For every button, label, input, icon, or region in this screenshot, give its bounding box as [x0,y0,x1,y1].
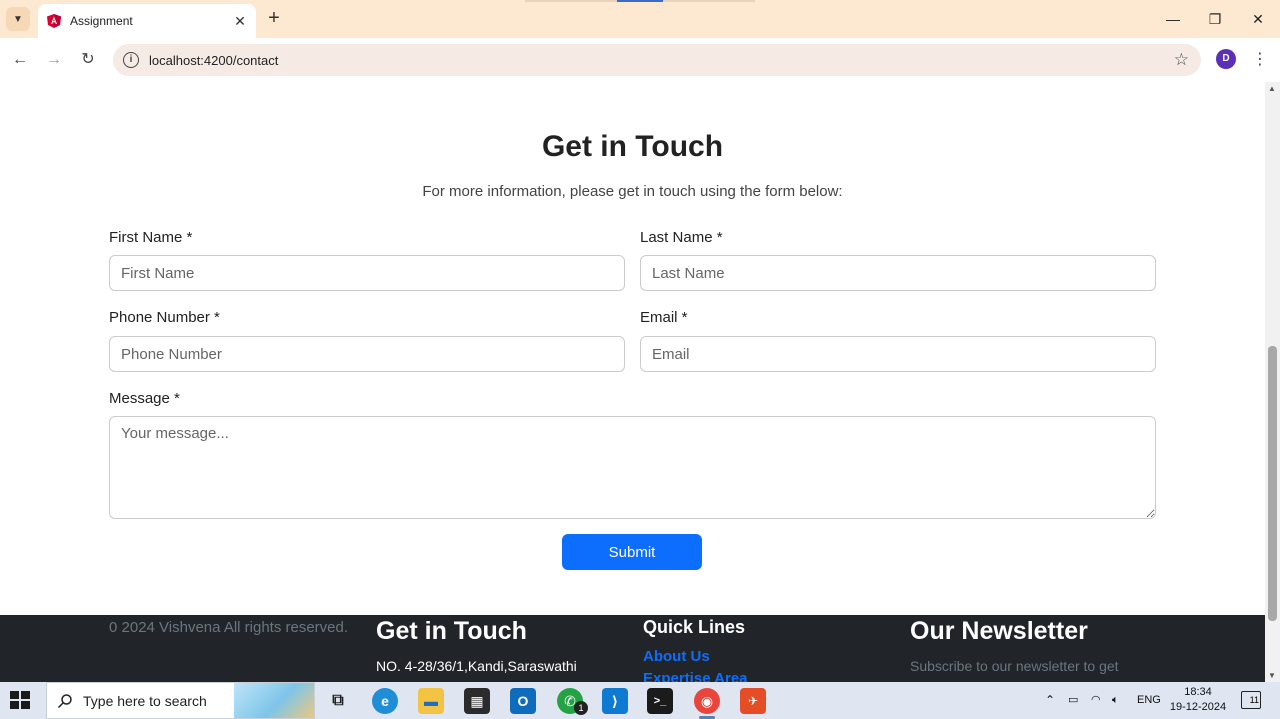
taskbar-search[interactable]: Type here to search [46,682,315,719]
email-label: Email * [640,309,688,326]
footer-newsletter-heading: Our Newsletter [910,617,1088,645]
file-explorer-icon[interactable]: ▬ [418,688,444,714]
tab-assignment[interactable]: Assignment ✕ [38,4,256,38]
page-subtitle: For more information, please get in touc… [422,183,843,200]
search-placeholder: Type here to search [83,692,207,709]
top-strip-accent [617,0,663,2]
message-field[interactable] [109,416,1156,519]
notification-icon[interactable]: 11 [1241,691,1261,709]
url-text[interactable]: localhost:4200/contact [149,53,278,68]
angular-icon [47,14,61,28]
volume-icon[interactable]: 🔈︎ [1112,682,1119,719]
copyright-text: 0 2024 Vishvena All rights reserved. [109,619,349,636]
newsletter-text: Subscribe to our newsletter to get [910,658,1119,674]
wifi-icon[interactable]: ◠ [1091,682,1101,719]
footer-link-about[interactable]: About Us [643,648,710,665]
submit-button[interactable]: Submit [562,534,702,570]
windows-start-icon[interactable] [10,691,32,711]
scroll-up-icon[interactable]: ▲ [1268,84,1276,93]
reload-icon[interactable]: ↻ [76,48,100,72]
site-info-icon[interactable]: i [123,52,139,68]
message-label: Message * [109,390,180,407]
menu-dots-icon[interactable]: ⋮ [1252,48,1268,72]
footer-link-expertise[interactable]: Expertise Area [643,670,748,682]
outlook-icon[interactable]: O [510,688,536,714]
scroll-thumb[interactable] [1268,346,1277,621]
clock[interactable]: 18:34 19-12-2024 [1168,685,1228,715]
scroll-down-icon[interactable]: ▼ [1268,671,1276,680]
postman-icon[interactable]: ✈ [740,688,766,714]
language-indicator[interactable]: ENG [1137,682,1161,719]
clock-date: 19-12-2024 [1169,701,1227,713]
chevron-up-icon[interactable]: ⌃ [1045,682,1055,719]
tab-bar: ▼ Assignment ✕ + — ❐ ✕ [0,0,1280,38]
browser-toolbar: ← → ↻ i localhost:4200/contact ☆ D ⋮ [0,38,1280,82]
minimize-button[interactable]: — [1158,8,1188,30]
phone-field[interactable] [109,336,625,372]
tab-title: Assignment [70,14,133,28]
edge-icon[interactable]: e [372,688,398,714]
last-name-field[interactable] [640,255,1156,291]
forward-arrow-icon[interactable]: → [42,48,66,72]
whatsapp-badge: 1 [574,701,588,715]
footer-contact-heading: Get in Touch [376,617,527,645]
vscode-icon[interactable]: ⟩ [602,688,628,714]
battery-icon[interactable]: ▭ [1068,682,1078,719]
page-content: Get in Touch For more information, pleas… [0,82,1265,682]
search-highlight-image [234,683,314,718]
page-scrollbar[interactable]: ▲ ▼ [1265,82,1280,682]
clock-time: 18:34 [1184,686,1212,698]
restore-button[interactable]: ❐ [1200,8,1230,30]
profile-avatar[interactable]: D [1216,49,1236,69]
task-view-icon[interactable]: ⧉ [325,688,351,714]
new-tab-button[interactable]: + [264,8,284,28]
window-close-button[interactable]: ✕ [1243,8,1273,30]
windows-taskbar: Type here to search ⧉ e ▬ ▦ O ✆ 1 ⟩ >_ ◉… [0,682,1280,719]
bookmark-star-icon[interactable]: ☆ [1174,50,1189,70]
browser-chrome: ▼ Assignment ✕ + — ❐ ✕ ← → ↻ i localhost… [0,0,1280,82]
chrome-icon[interactable]: ◉ [694,688,720,714]
footer-address: NO. 4-28/36/1,Kandi,Saraswathi [376,658,577,674]
last-name-label: Last Name * [640,229,723,246]
tab-search-button[interactable]: ▼ [6,7,30,31]
footer: 0 2024 Vishvena All rights reserved. Get… [0,615,1265,682]
email-field[interactable] [640,336,1156,372]
store-icon[interactable]: ▦ [464,688,490,714]
first-name-field[interactable] [109,255,625,291]
phone-label: Phone Number * [109,309,220,326]
footer-quick-heading: Quick Lines [643,617,746,637]
address-bar[interactable]: i localhost:4200/contact ☆ [113,44,1201,76]
terminal-icon[interactable]: >_ [647,688,673,714]
back-arrow-icon[interactable]: ← [8,48,32,72]
page-title: Get in Touch [541,130,724,163]
search-icon [57,693,72,708]
first-name-label: First Name * [109,229,193,246]
close-icon[interactable]: ✕ [232,13,248,30]
